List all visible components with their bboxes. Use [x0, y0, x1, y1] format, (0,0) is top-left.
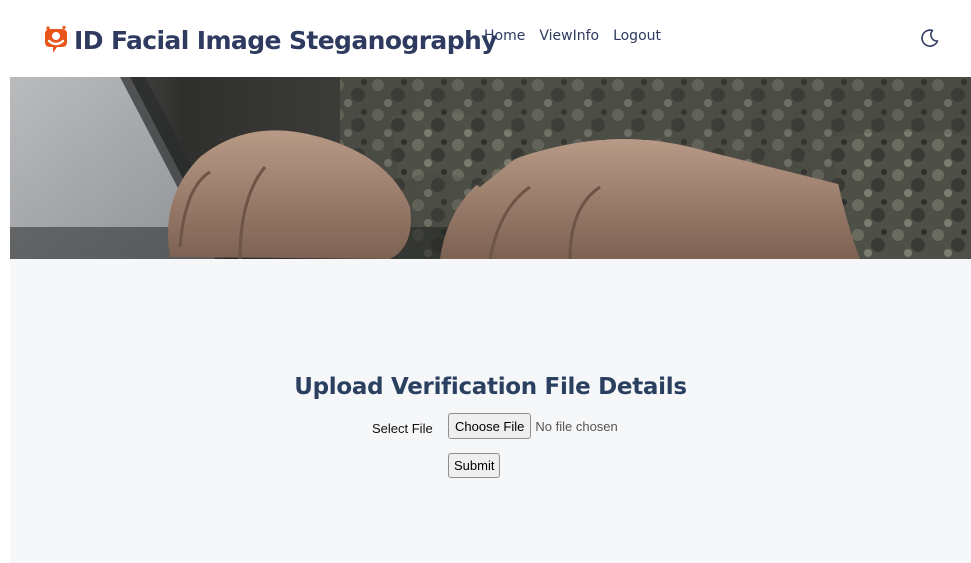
theme-toggle-button[interactable]	[918, 26, 942, 50]
file-input-row: Select File Choose File No file chosen	[372, 413, 618, 439]
face-bubble-icon	[45, 25, 67, 53]
brand-title: ID Facial Image Steganography	[74, 25, 497, 55]
hero-photo	[10, 77, 971, 259]
nav-links: Home ViewInfo Logout	[484, 28, 661, 44]
navbar: ID Facial Image Steganography Home ViewI…	[0, 0, 971, 77]
nav-logout-link[interactable]: Logout	[613, 28, 661, 44]
upload-section: Upload Verification File Details Select …	[10, 259, 971, 563]
choose-file-button[interactable]: Choose File	[448, 413, 532, 439]
select-file-label: Select File	[372, 420, 433, 436]
nav-viewinfo-link[interactable]: ViewInfo	[539, 28, 599, 44]
nav-home-link[interactable]: Home	[484, 28, 525, 44]
brand[interactable]: ID Facial Image Steganography	[42, 20, 497, 60]
file-status-text: No file chosen	[535, 418, 618, 434]
hero-image	[10, 77, 971, 259]
submit-button[interactable]: Submit	[448, 453, 501, 478]
moon-icon	[921, 29, 939, 47]
form-title: Upload Verification File Details	[294, 374, 687, 400]
